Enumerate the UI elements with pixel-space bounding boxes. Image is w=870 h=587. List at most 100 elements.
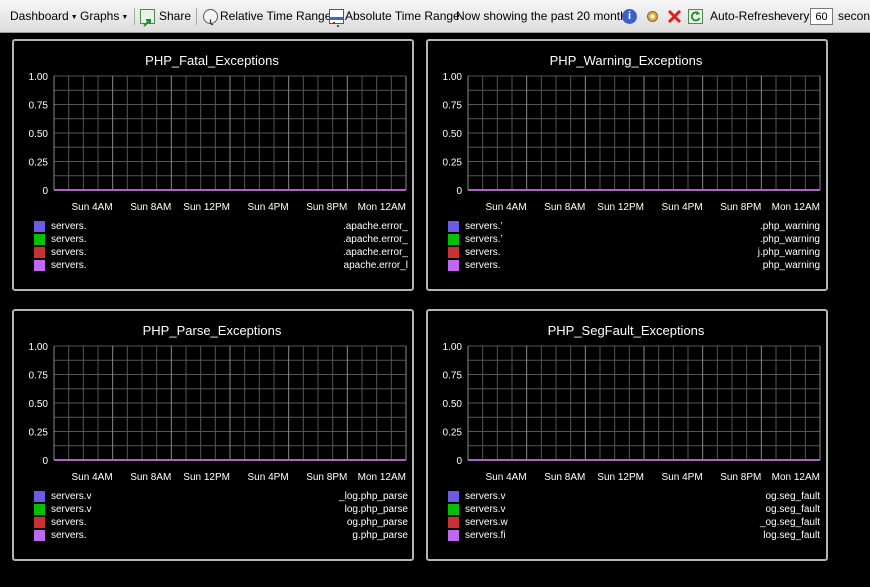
share-icon <box>140 9 155 27</box>
legend-item: servers.v _log.php_parse <box>34 490 408 503</box>
legend-series-suffix: .apache.error_ <box>342 247 408 258</box>
graph-panel-warning[interactable]: PHP_Warning_Exceptions 1.00 0.75 0.50 0.25 0 S… <box>426 39 828 291</box>
legend-swatch <box>448 234 459 245</box>
absolute-time-range-label: Absolute Time Range <box>345 9 460 23</box>
legend-series-name: servers.fi <box>465 530 506 541</box>
legend-series-suffix: _og.seg_fault <box>759 517 820 528</box>
legend-series-name: servers. <box>51 221 87 232</box>
refresh-interval-input[interactable]: 60 <box>810 8 833 25</box>
legend-series-suffix: .php_warning <box>759 234 820 245</box>
legend-swatch <box>448 491 459 502</box>
auto-refresh-toggle[interactable]: Auto-Refresh <box>710 0 781 32</box>
y-tick-label: 1.00 <box>29 72 49 83</box>
legend-series-suffix: _log.php_parse <box>339 491 408 502</box>
y-tick-label: 0.75 <box>443 371 463 382</box>
legend-swatch <box>34 221 45 232</box>
legend-swatch <box>34 491 45 502</box>
calendar-icon <box>329 9 344 27</box>
legend-series-suffix: php_warning <box>762 260 820 271</box>
legend-series-name: servers. <box>51 260 87 271</box>
legend-series-name: servers.v <box>51 491 92 502</box>
legend-series-name: servers. <box>465 247 501 258</box>
legend-item: servers. .apache.error_ <box>34 220 408 233</box>
x-tick-label: Sun 12PM <box>597 472 644 483</box>
legend-swatch <box>34 247 45 258</box>
graph-legend: servers.v og.seg_fault servers.v og.seg_fau… <box>448 490 821 542</box>
graph-panel-segfault[interactable]: PHP_SegFault_Exceptions 1.00 0.75 0.50 0.25 0… <box>426 309 828 561</box>
legend-series-name: servers.w <box>465 517 508 528</box>
y-tick-label: 0 <box>42 456 48 467</box>
x-tick-label: Mon 12AM <box>358 202 406 213</box>
legend-item: servers. og.php_parse <box>34 516 408 529</box>
settings-icon[interactable] <box>645 9 660 24</box>
graph-panel-fatal[interactable]: PHP_Fatal_Exceptions 1.00 0.75 0.50 0.25 0 Sun… <box>12 39 414 291</box>
x-tick-label: Sun 12PM <box>183 202 230 213</box>
y-tick-label: 0.50 <box>443 129 463 140</box>
graphs-menu[interactable]: Graphs ▼ <box>80 0 128 32</box>
legend-item: servers.’ .php_warning <box>448 233 820 246</box>
x-tick-label: Mon 12AM <box>772 472 820 483</box>
legend-series-suffix: og.php_parse <box>346 517 408 528</box>
seconds-label: seconds <box>838 9 870 23</box>
y-tick-label: 0.25 <box>29 158 49 169</box>
legend-item: servers.v og.seg_fault <box>448 503 821 516</box>
y-tick-label: 1.00 <box>29 342 49 353</box>
graph-legend: servers.’ .php_warning servers.’ .php_warni… <box>448 220 820 272</box>
x-tick-label: Sun 12PM <box>183 472 230 483</box>
refresh-icon[interactable] <box>688 9 703 24</box>
legend-series-suffix: .php_warning <box>759 221 820 232</box>
legend-item: servers. apache.error_l <box>34 259 408 272</box>
legend-series-name: servers. <box>51 530 87 541</box>
graphs-menu-label: Graphs <box>80 9 120 23</box>
legend-item: servers.v log.php_parse <box>34 503 408 516</box>
y-tick-label: 0.25 <box>29 428 49 439</box>
x-tick-label: Sun 8PM <box>720 472 761 483</box>
y-tick-label: 1.00 <box>443 72 463 83</box>
info-icon[interactable]: i <box>622 9 637 24</box>
x-tick-label: Mon 12AM <box>358 472 406 483</box>
y-tick-label: 0.75 <box>29 101 49 112</box>
relative-time-range-label: Relative Time Range <box>220 9 332 23</box>
x-tick-label: Sun 8AM <box>544 202 585 213</box>
y-tick-label: 0.50 <box>29 399 49 410</box>
legend-series-name: servers. <box>51 234 87 245</box>
x-tick-label: Mon 12AM <box>772 202 820 213</box>
dashboard-menu[interactable]: Dashboard ▼ <box>10 0 78 32</box>
legend-swatch <box>34 504 45 515</box>
legend-swatch <box>448 530 459 541</box>
legend-item: servers.v og.seg_fault <box>448 490 820 503</box>
x-tick-label: Sun 8AM <box>130 472 171 483</box>
share-label: Share <box>159 9 192 23</box>
legend-swatch <box>34 530 45 541</box>
dashboard-menu-label: Dashboard <box>10 9 69 23</box>
legend-item: servers.fi log.seg_fault <box>448 529 820 542</box>
graph-panel-parse[interactable]: PHP_Parse_Exceptions 1.00 0.75 0.50 0.25 0 Sun… <box>12 309 414 561</box>
x-tick-label: Sun 8PM <box>306 472 347 483</box>
legend-swatch <box>448 221 459 232</box>
x-tick-label: Sun 4PM <box>662 202 703 213</box>
legend-series-suffix: apache.error_l <box>343 260 408 271</box>
clock-icon <box>203 9 218 26</box>
legend-swatch <box>448 517 459 528</box>
legend-series-suffix: g.php_parse <box>352 530 408 541</box>
y-tick-label: 0 <box>456 456 462 467</box>
x-tick-label: Sun 8AM <box>544 472 585 483</box>
x-tick-label: Sun 4PM <box>662 472 703 483</box>
legend-item: servers. .apache.error_ <box>34 246 408 259</box>
legend-item: servers. .apache.error_ <box>34 233 408 246</box>
every-label: every <box>780 9 810 23</box>
clear-icon[interactable] <box>667 9 682 24</box>
graph-legend: servers.v _log.php_parse servers.v log.php_… <box>34 490 408 542</box>
x-tick-label: Sun 4AM <box>72 202 113 213</box>
graph-legend: servers. .apache.error_ servers. .apache.er… <box>34 220 408 272</box>
y-tick-label: 0 <box>456 186 462 197</box>
legend-series-name: servers. <box>465 260 501 271</box>
legend-swatch <box>448 504 459 515</box>
y-tick-label: 0 <box>42 186 48 197</box>
y-tick-label: 1.00 <box>443 342 463 353</box>
x-tick-label: Sun 8PM <box>306 202 347 213</box>
legend-swatch <box>34 234 45 245</box>
graph-title: PHP_SegFault_Exceptions <box>548 323 705 338</box>
y-tick-label: 0.25 <box>443 428 463 439</box>
legend-series-suffix: og.seg_fault <box>765 504 821 515</box>
